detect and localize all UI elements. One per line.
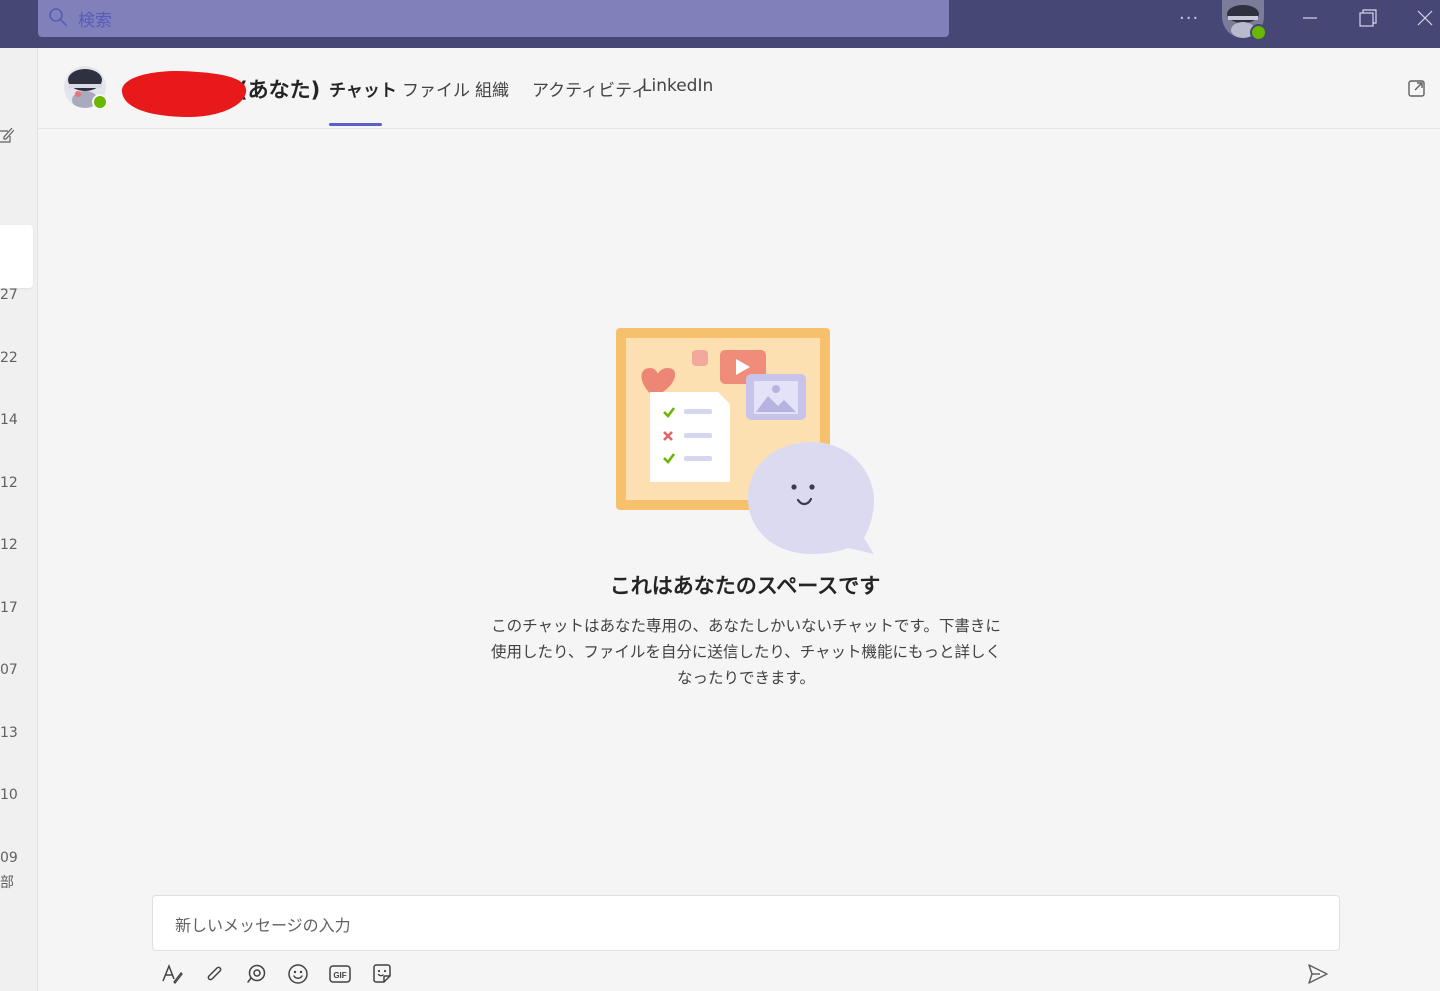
tab-chat[interactable]: チャット — [329, 76, 397, 101]
tab-linkedin[interactable]: LinkedIn — [642, 76, 713, 96]
emoji-icon[interactable] — [286, 962, 310, 986]
format-icon[interactable] — [160, 962, 184, 986]
tab-files[interactable]: ファイル — [402, 76, 470, 101]
close-icon[interactable] — [1413, 6, 1437, 30]
search-icon — [49, 8, 67, 26]
chat-list-item-time[interactable]: 09 — [0, 850, 20, 866]
new-chat-icon[interactable] — [0, 128, 14, 144]
chat-list-item-time[interactable]: 07 — [0, 662, 20, 678]
presence-available-icon — [1250, 24, 1267, 41]
more-options-button[interactable]: ··· — [1179, 8, 1199, 29]
popout-icon[interactable] — [1407, 78, 1427, 98]
send-icon[interactable] — [1306, 962, 1330, 986]
search-box[interactable]: 検索 — [38, 0, 949, 37]
search-placeholder: 検索 — [78, 11, 112, 31]
chat-list-item-time[interactable]: 17 — [0, 600, 20, 616]
message-input[interactable]: 新しいメッセージの入力 — [152, 895, 1340, 951]
svg-text:GIF: GIF — [333, 971, 346, 980]
chat-list-item-time[interactable]: 27 — [0, 287, 20, 303]
loop-icon[interactable] — [244, 962, 268, 986]
chat-list-item-time[interactable]: 10 — [0, 787, 20, 803]
title-bar: 検索 ··· — [0, 0, 1440, 48]
chat-list-item-preview[interactable]: 部 — [0, 872, 20, 892]
chat-header: (あなた) チャット ファイル 組織 アクティビティ LinkedIn — [38, 48, 1440, 129]
presence-available-icon — [92, 94, 108, 110]
chat-list-item-selected[interactable] — [0, 225, 33, 288]
gif-icon[interactable]: GIF — [328, 962, 352, 986]
chat-title: (あなた) — [238, 78, 321, 102]
message-input-placeholder: 新しいメッセージの入力 — [175, 916, 351, 935]
active-tab-indicator — [329, 123, 382, 126]
chat-list-item-time[interactable]: 14 — [0, 412, 20, 428]
empty-state-title: これはあなたのスペースです — [609, 574, 881, 598]
chat-list-item-time[interactable]: 12 — [0, 537, 20, 553]
sticker-icon[interactable] — [370, 962, 394, 986]
chat-list-item-time[interactable]: 12 — [0, 475, 20, 491]
chat-list-item-time[interactable]: 13 — [0, 725, 20, 741]
redaction-mark — [121, 70, 247, 118]
chat-list-item-time[interactable]: 22 — [0, 350, 20, 366]
tab-activity[interactable]: アクティビティ — [532, 76, 648, 101]
empty-state-illustration — [616, 328, 874, 554]
minimize-icon[interactable] — [1298, 6, 1322, 30]
chat-list-panel: 27 22 14 12 12 17 07 13 10 09 部 — [0, 48, 38, 991]
restore-icon[interactable] — [1356, 6, 1380, 30]
tab-organization[interactable]: 組織 — [475, 76, 509, 101]
empty-state-description: このチャットはあなた専用の、あなたしかいないチャットです。下書きに使用したり、フ… — [490, 617, 1002, 687]
attach-icon[interactable] — [202, 962, 226, 986]
